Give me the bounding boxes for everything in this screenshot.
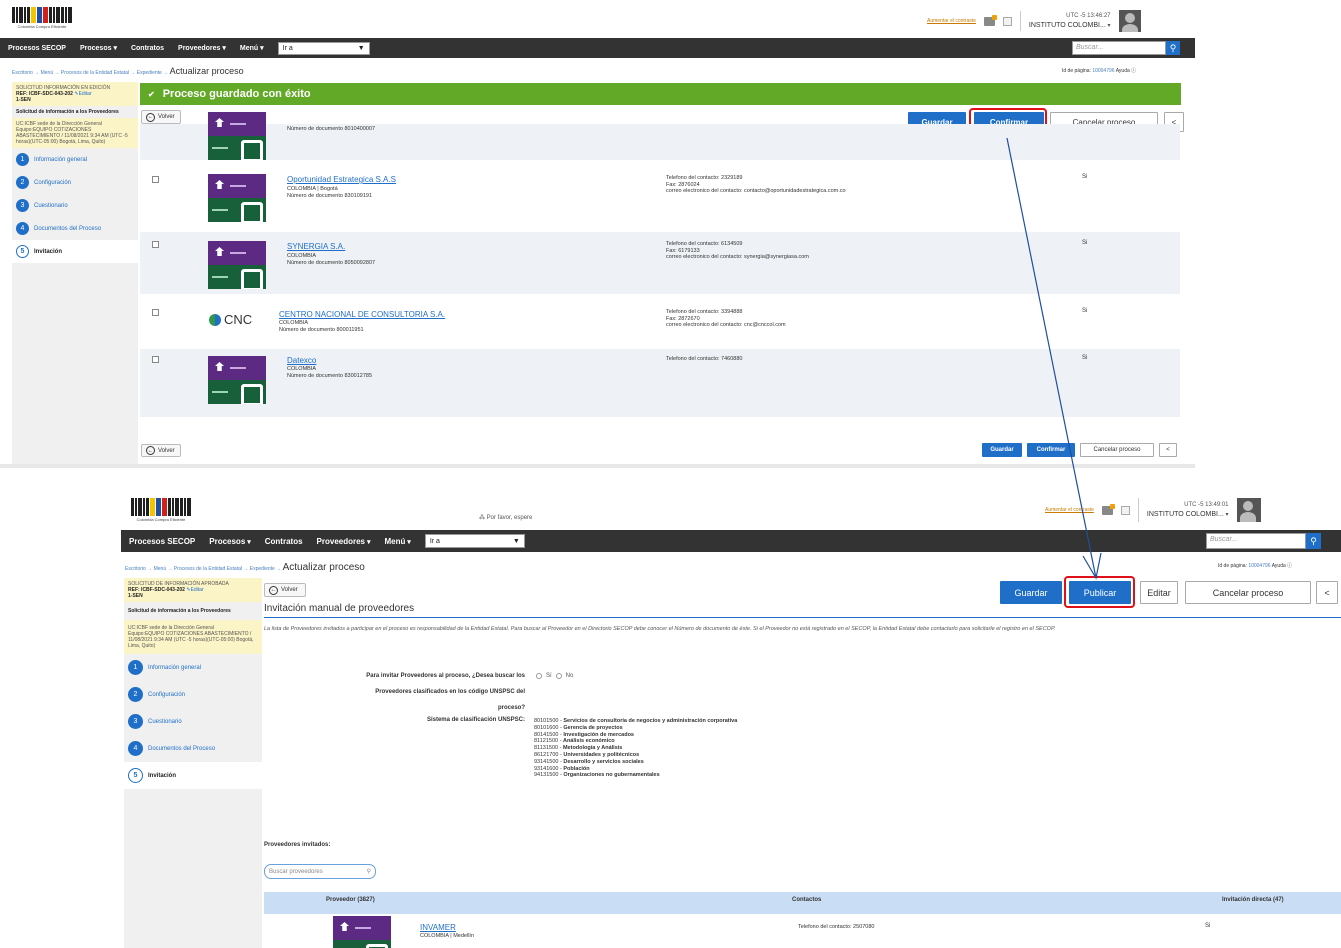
connector-arrow xyxy=(1006,137,1102,580)
